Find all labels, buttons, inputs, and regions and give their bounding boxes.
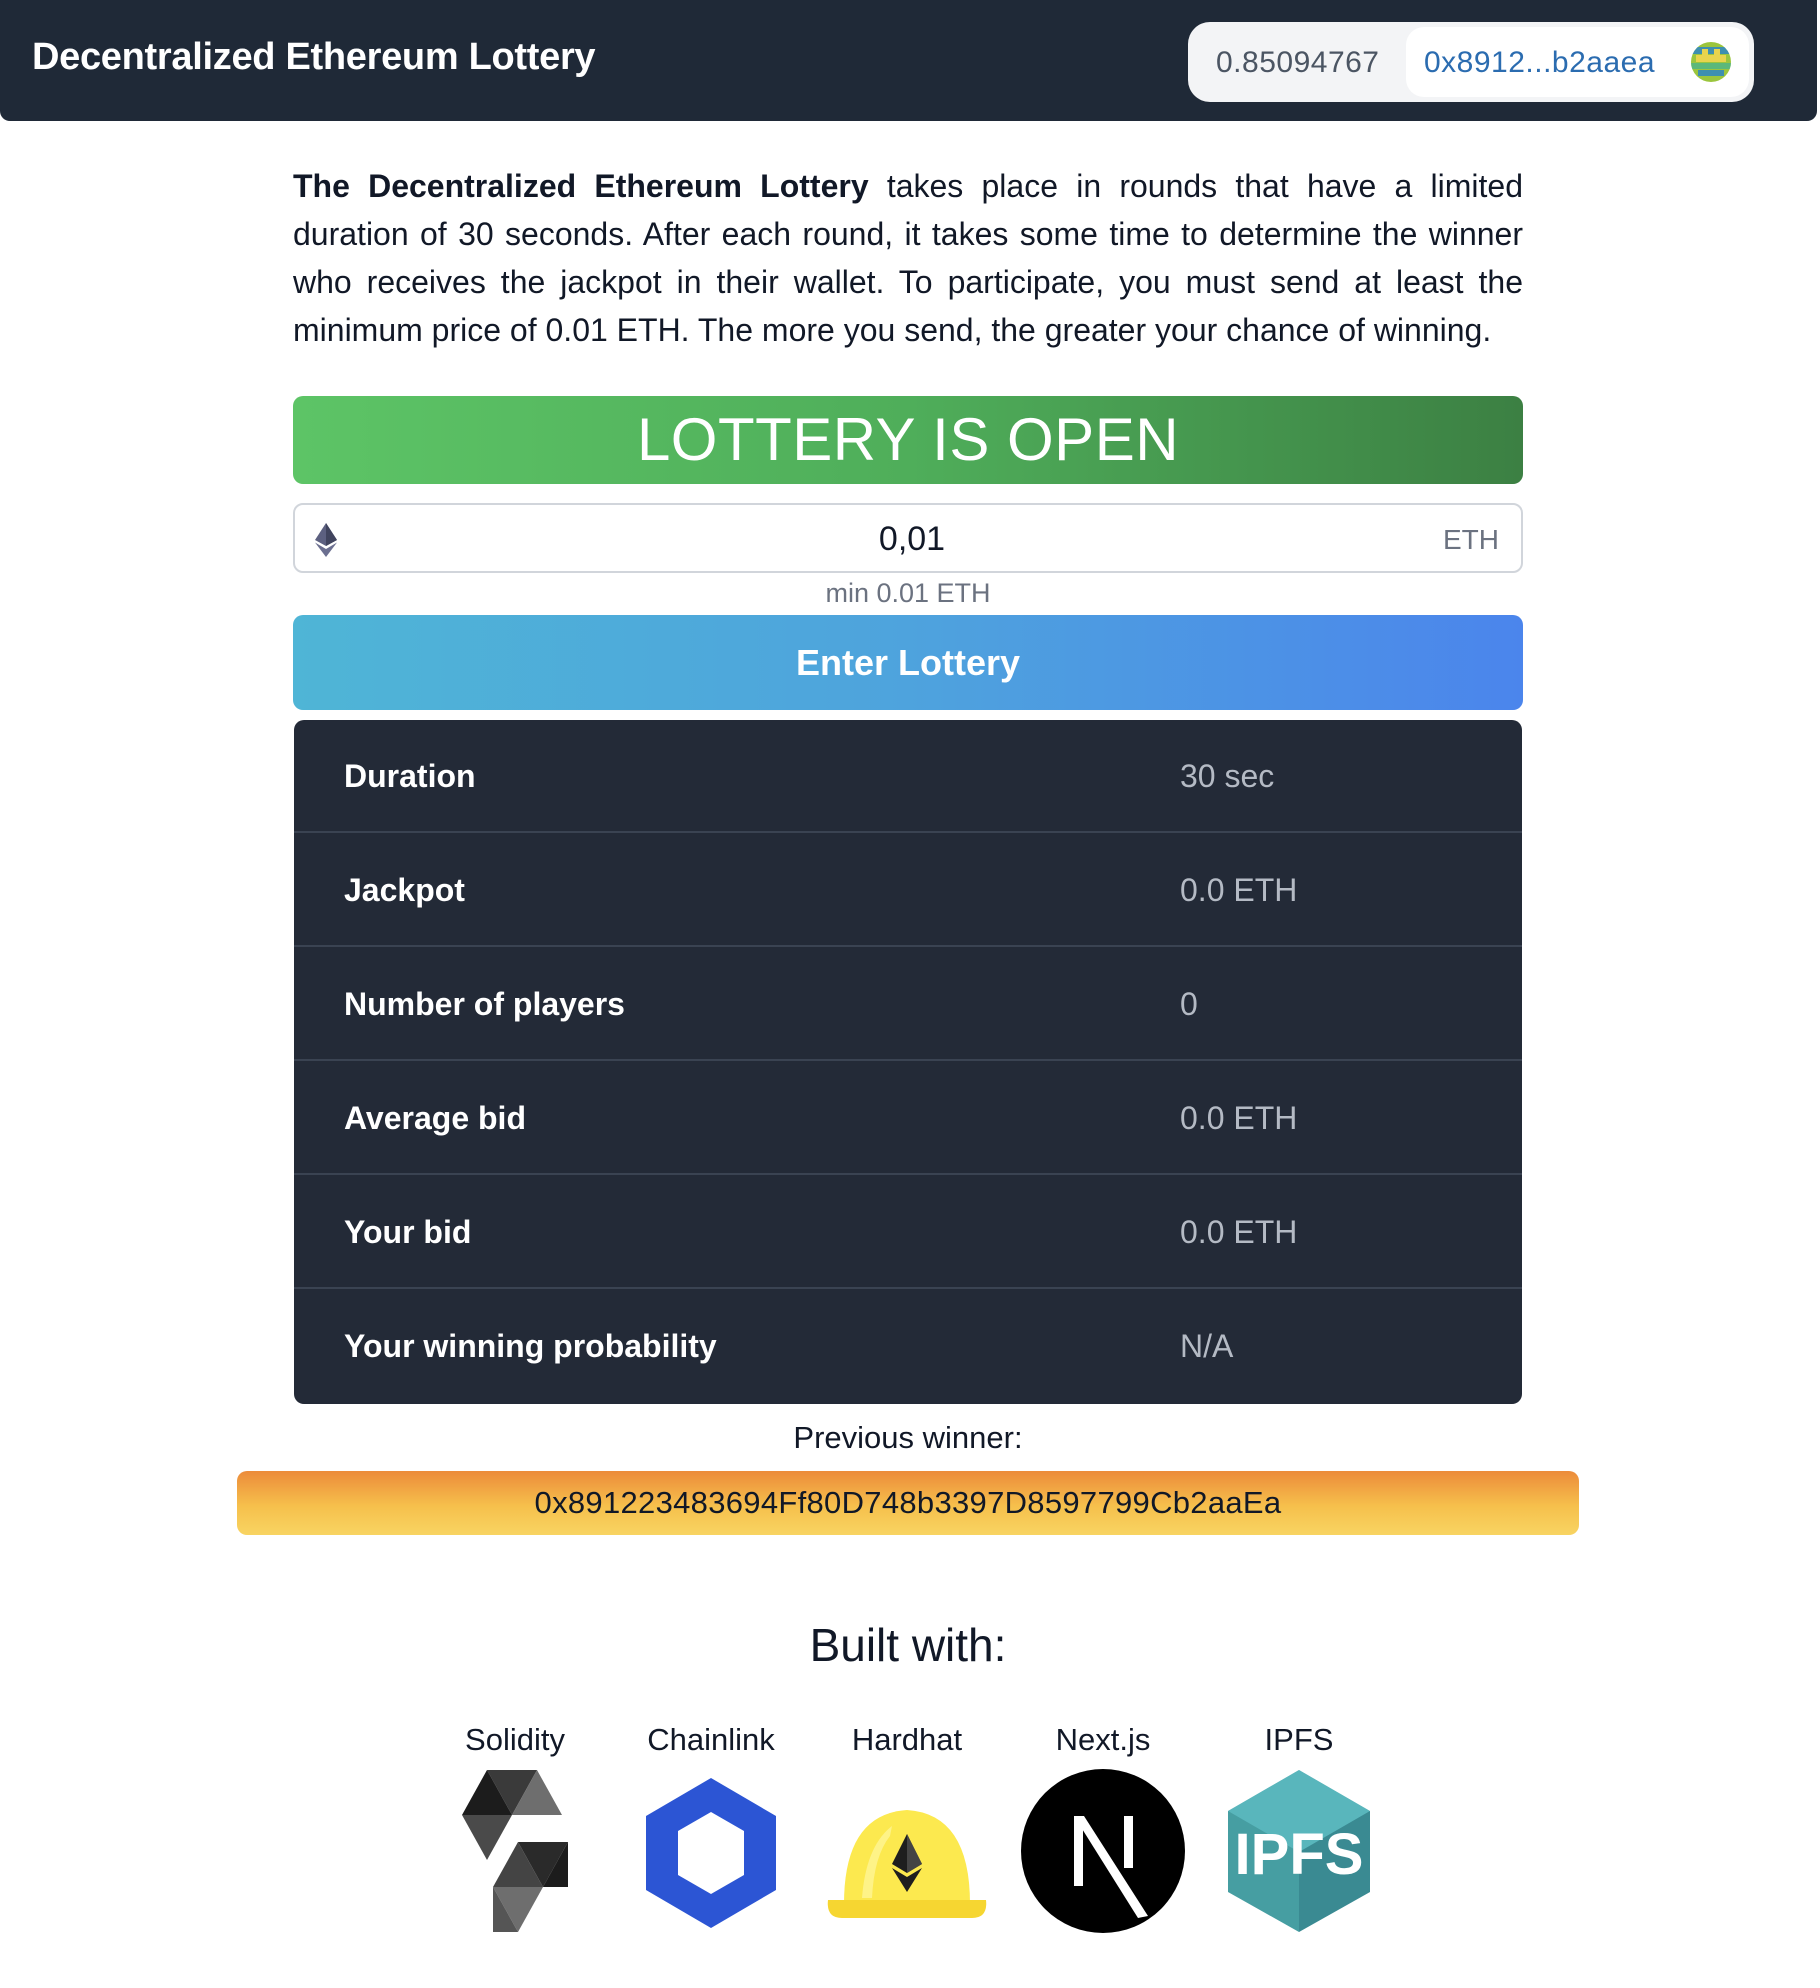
- stat-row-your-bid: Your bid 0.0 ETH: [294, 1176, 1522, 1289]
- ipfs-logo: IPFS: [1228, 1770, 1370, 1932]
- stat-label: Your bid: [344, 1214, 472, 1250]
- stat-value: 0.0 ETH: [1180, 1214, 1298, 1250]
- intro-bold: The Decentralized Ethereum Lottery: [293, 168, 869, 204]
- bid-field: ETH: [293, 503, 1523, 573]
- chainlink-logo: [646, 1778, 776, 1928]
- min-bid-note: min 0.01 ETH: [825, 578, 991, 608]
- ethereum-icon: [315, 523, 337, 557]
- stat-label: Duration: [344, 758, 476, 794]
- previous-winner-address: 0x891223483694Ff80D748b3397D8597799Cb2aa…: [237, 1471, 1579, 1535]
- stat-label: Your winning probability: [344, 1328, 717, 1364]
- tech-name: IPFS: [1264, 1722, 1334, 1757]
- lottery-status-banner: LOTTERY IS OPEN: [293, 396, 1523, 484]
- tech-name: Hardhat: [851, 1722, 963, 1757]
- stat-label: Average bid: [344, 1100, 526, 1136]
- stat-label: Jackpot: [344, 872, 465, 908]
- tech-name: Solidity: [465, 1722, 565, 1757]
- stat-row-duration: Duration 30 sec: [294, 720, 1522, 833]
- previous-winner-label: Previous winner:: [793, 1420, 1023, 1455]
- stat-value: 0.0 ETH: [1180, 1100, 1298, 1136]
- account-button[interactable]: 0x8912...b2aaea: [1406, 27, 1749, 97]
- navbar: Decentralized Ethereum Lottery 0.8509476…: [0, 0, 1817, 121]
- stat-value: 0.0 ETH: [1180, 872, 1298, 908]
- tech-ipfs: IPFS IPFS: [1214, 1722, 1384, 1932]
- stat-row-winning-probability: Your winning probability N/A: [294, 1290, 1522, 1403]
- nextjs-logo: [1021, 1769, 1185, 1933]
- lottery-stats-table: Duration 30 sec Jackpot 0.0 ETH Number o…: [294, 720, 1522, 1404]
- tech-chainlink: Chainlink: [626, 1722, 796, 1932]
- solidity-logo: [462, 1770, 568, 1932]
- app-title: Decentralized Ethereum Lottery: [32, 36, 596, 78]
- wallet-address: 0x8912...b2aaea: [1424, 46, 1656, 79]
- bid-amount-input[interactable]: [410, 511, 1414, 567]
- hardhat-logo: [827, 1810, 987, 1918]
- intro-text: The Decentralized Ethereum Lottery takes…: [293, 162, 1523, 354]
- tech-hardhat: Hardhat: [822, 1722, 992, 1932]
- stat-row-jackpot: Jackpot 0.0 ETH: [294, 834, 1522, 947]
- avatar-icon: [1691, 42, 1731, 82]
- tech-nextjs: Next.js: [1018, 1722, 1188, 1933]
- stat-row-players: Number of players 0: [294, 948, 1522, 1061]
- stat-value: 30 sec: [1180, 758, 1275, 794]
- tech-solidity: Solidity: [430, 1722, 600, 1932]
- stat-row-average-bid: Average bid 0.0 ETH: [294, 1062, 1522, 1175]
- tech-name: Chainlink: [647, 1722, 775, 1757]
- enter-lottery-button[interactable]: Enter Lottery: [293, 615, 1523, 710]
- built-with-title: Built with:: [809, 1619, 1007, 1671]
- svg-text:IPFS: IPFS: [1235, 1822, 1364, 1887]
- stat-label: Number of players: [344, 986, 625, 1022]
- bid-unit-label: ETH: [1443, 524, 1499, 555]
- wallet-widget: 0.85094767 0x8912...b2aaea: [1188, 22, 1754, 102]
- tech-name: Next.js: [1055, 1722, 1151, 1757]
- stat-value: 0: [1180, 986, 1198, 1022]
- wallet-balance: 0.85094767: [1216, 46, 1380, 79]
- stat-value: N/A: [1180, 1328, 1234, 1364]
